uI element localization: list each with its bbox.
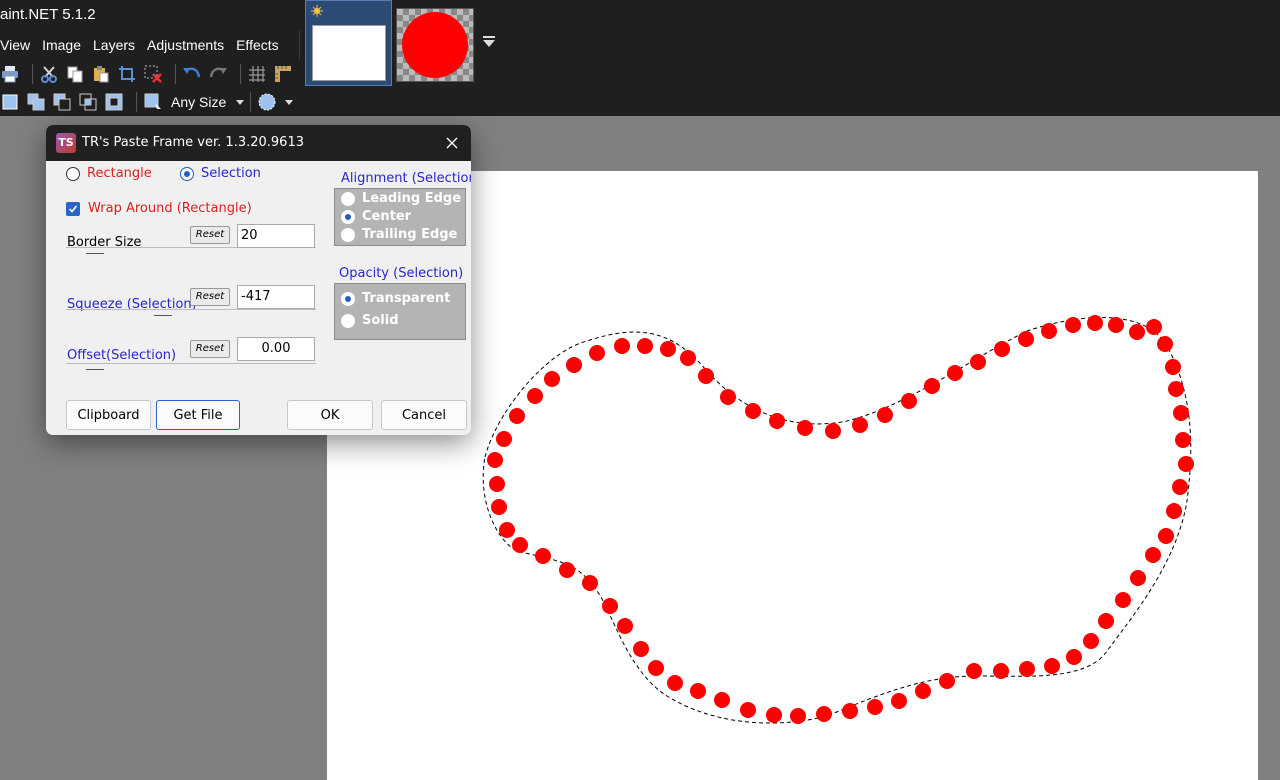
squeeze-reset-button[interactable]: Reset (190, 288, 230, 306)
mode-selection-label: Selection (201, 166, 261, 181)
selection-outline (482, 317, 1192, 724)
toolbar-separator (136, 92, 137, 112)
radio-selected-icon (180, 166, 194, 181)
redo-icon[interactable] (208, 64, 228, 84)
opacity-solid-radio[interactable]: Solid (341, 313, 399, 328)
ok-button[interactable]: OK (287, 400, 373, 430)
alignment-trailing-edge-label: Trailing Edge (362, 227, 458, 242)
alignment-group: Leading Edge Center Trailing Edge (334, 188, 466, 246)
paste-icon[interactable] (91, 64, 111, 84)
radio-selected-icon (341, 291, 355, 306)
mode-rectangle-label: Rectangle (87, 166, 152, 181)
chevron-down-icon[interactable] (285, 99, 294, 105)
chevron-down-icon[interactable] (236, 99, 245, 105)
alignment-leading-edge-label: Leading Edge (362, 191, 462, 206)
opacity-group-label: Opacity (Selection) (339, 266, 464, 281)
menu-adjustments[interactable]: Adjustments (141, 33, 230, 57)
clipboard-button[interactable]: Clipboard (66, 400, 151, 430)
close-icon[interactable] (441, 132, 463, 154)
alignment-group-label: Alignment (Selection (341, 171, 471, 186)
wrap-around-label: Wrap Around (Rectangle) (88, 201, 252, 216)
antialias-icon[interactable] (257, 92, 277, 112)
menu-layers[interactable]: Layers (87, 33, 141, 57)
grid-icon[interactable] (247, 64, 267, 84)
opacity-transparent-radio[interactable]: Transparent (341, 291, 450, 306)
dialog-titlebar[interactable]: TS TR's Paste Frame ver. 1.3.20.9613 (46, 125, 471, 161)
radio-icon (66, 166, 80, 181)
selection-mode-exclude-icon[interactable] (52, 92, 72, 112)
cut-icon[interactable] (39, 64, 59, 84)
menu-view[interactable]: View (0, 33, 36, 57)
crop-icon[interactable] (117, 64, 137, 84)
selection-mode-invert-icon[interactable] (104, 92, 124, 112)
toolbar-separator (175, 64, 176, 84)
squeeze-input[interactable]: -417 (237, 285, 315, 309)
radio-selected-icon (341, 209, 355, 224)
offset-slider-thumb[interactable] (86, 369, 104, 370)
thumbnail-red-circle (402, 12, 468, 78)
selection-mode-replace-icon[interactable] (0, 92, 20, 112)
toolbar-main (0, 63, 299, 85)
copy-icon[interactable] (65, 64, 85, 84)
radio-icon (341, 227, 355, 242)
selection-mode-union-icon[interactable] (26, 92, 46, 112)
red-dot-border (487, 315, 1194, 724)
toolbar-selection: Any Size (0, 91, 294, 113)
dialog-title: TR's Paste Frame ver. 1.3.20.9613 (82, 135, 304, 150)
squeeze-slider-thumb[interactable] (154, 315, 172, 316)
ruler-icon[interactable] (273, 64, 293, 84)
offset-slider-track[interactable] (66, 363, 316, 364)
opacity-group: Transparent Solid (334, 283, 466, 340)
toolbar-separator (32, 64, 33, 84)
menu-effects[interactable]: Effects (230, 33, 285, 57)
paste-frame-dialog: TS TR's Paste Frame ver. 1.3.20.9613 Rec… (46, 125, 471, 435)
unsaved-icon (311, 5, 323, 17)
get-file-button[interactable]: Get File (156, 400, 240, 430)
deselect-icon[interactable] (143, 64, 163, 84)
radio-icon (341, 313, 355, 328)
border-size-slider-thumb[interactable] (86, 253, 104, 254)
selection-mode-intersect-icon[interactable] (78, 92, 98, 112)
selection-size-icon[interactable] (143, 92, 163, 112)
app-title: aint.NET 5.1.2 (0, 0, 300, 30)
menu-bar: View Image Layers Adjustments Effects (0, 33, 285, 57)
toolbar-separator (250, 92, 252, 112)
toolbar-separator (240, 64, 241, 84)
radio-icon (341, 191, 355, 206)
offset-input[interactable]: 0.00 (237, 337, 315, 361)
thumbnail-canvas (312, 25, 386, 81)
menu-image[interactable]: Image (36, 33, 87, 57)
checkmark-icon (66, 201, 80, 216)
undo-icon[interactable] (182, 64, 202, 84)
offset-reset-button[interactable]: Reset (190, 340, 230, 358)
alignment-center-radio[interactable]: Center (341, 209, 411, 224)
image-tab-thumbnail[interactable] (396, 8, 474, 82)
border-size-input[interactable]: 20 (237, 224, 315, 248)
wrap-around-checkbox[interactable]: Wrap Around (Rectangle) (66, 201, 252, 216)
offset-label: Offset(Selection) (67, 348, 177, 363)
mode-selection-radio[interactable]: Selection (180, 166, 261, 181)
alignment-leading-edge-radio[interactable]: Leading Edge (341, 191, 461, 206)
opacity-transparent-label: Transparent (362, 291, 451, 306)
print-icon[interactable] (0, 64, 20, 84)
menu-divider (299, 30, 300, 60)
alignment-center-label: Center (362, 209, 412, 224)
mode-rectangle-radio[interactable]: Rectangle (66, 166, 152, 181)
alignment-trailing-edge-radio[interactable]: Trailing Edge (341, 227, 457, 242)
border-size-reset-button[interactable]: Reset (190, 226, 230, 244)
squeeze-slider-track[interactable] (66, 309, 316, 310)
image-list-menu-icon[interactable] (482, 36, 496, 48)
opacity-solid-label: Solid (362, 313, 399, 328)
plugin-logo-icon: TS (56, 133, 76, 153)
selection-size-dropdown[interactable]: Any Size (171, 94, 226, 110)
cancel-button[interactable]: Cancel (381, 400, 467, 430)
image-tab-thumbnail-active[interactable] (305, 0, 392, 86)
